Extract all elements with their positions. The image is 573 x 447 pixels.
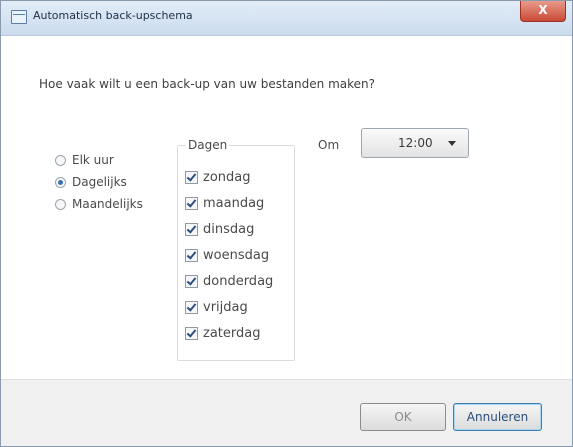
radio-button[interactable] xyxy=(55,198,66,210)
checkbox-label: donderdag xyxy=(203,273,274,289)
radio-label: Elk uur xyxy=(72,153,114,167)
days-legend: Dagen xyxy=(186,138,230,152)
backup-schedule-dialog: Automatisch back-upschema X Hoe vaak wil… xyxy=(0,0,573,447)
radio-dagelijks[interactable]: Dagelijks xyxy=(55,171,143,193)
cancel-button[interactable]: Annuleren xyxy=(453,403,542,431)
chevron-down-icon xyxy=(448,141,456,146)
radio-button[interactable] xyxy=(55,176,66,188)
checkbox[interactable] xyxy=(185,248,198,262)
checkbox[interactable] xyxy=(185,196,198,210)
checkbox[interactable] xyxy=(185,326,198,340)
radio-label: Maandelijks xyxy=(72,197,143,211)
checkbox-label: maandag xyxy=(203,195,265,211)
radio-elk-uur[interactable]: Elk uur xyxy=(55,149,143,171)
radio-label: Dagelijks xyxy=(72,175,127,189)
checkbox-label: woensdag xyxy=(203,247,270,263)
checkbox-label: dinsdag xyxy=(203,221,255,237)
day-checkbox-woensdag[interactable]: woensdag xyxy=(185,242,273,268)
time-label: Om xyxy=(318,138,340,152)
frequency-radio-group: Elk uur Dagelijks Maandelijks xyxy=(55,149,143,215)
title-bar: Automatisch back-upschema X xyxy=(1,1,572,36)
days-list: zondag maandag dinsdag woensdag donderda… xyxy=(185,164,273,346)
day-checkbox-donderdag[interactable]: donderdag xyxy=(185,268,273,294)
checkbox[interactable] xyxy=(185,274,198,288)
day-checkbox-dinsdag[interactable]: dinsdag xyxy=(185,216,273,242)
day-checkbox-vrijdag[interactable]: vrijdag xyxy=(185,294,273,320)
checkbox[interactable] xyxy=(185,222,198,236)
checkbox[interactable] xyxy=(185,170,198,184)
frequency-question: Hoe vaak wilt u een back-up van uw besta… xyxy=(39,77,375,91)
window-icon xyxy=(11,10,27,24)
close-button[interactable]: X xyxy=(520,1,566,22)
checkbox-label: zaterdag xyxy=(203,325,261,341)
day-checkbox-zondag[interactable]: zondag xyxy=(185,164,273,190)
day-checkbox-maandag[interactable]: maandag xyxy=(185,190,273,216)
checkbox-label: zondag xyxy=(203,169,251,185)
time-value: 12:00 xyxy=(398,136,433,150)
checkbox-label: vrijdag xyxy=(203,299,248,315)
window-title: Automatisch back-upschema xyxy=(33,9,193,22)
time-dropdown[interactable]: 12:00 xyxy=(361,128,469,158)
checkbox[interactable] xyxy=(185,300,198,314)
day-checkbox-zaterdag[interactable]: zaterdag xyxy=(185,320,273,346)
radio-maandelijks[interactable]: Maandelijks xyxy=(55,193,143,215)
ok-button[interactable]: OK xyxy=(360,403,446,431)
radio-button[interactable] xyxy=(55,154,66,166)
